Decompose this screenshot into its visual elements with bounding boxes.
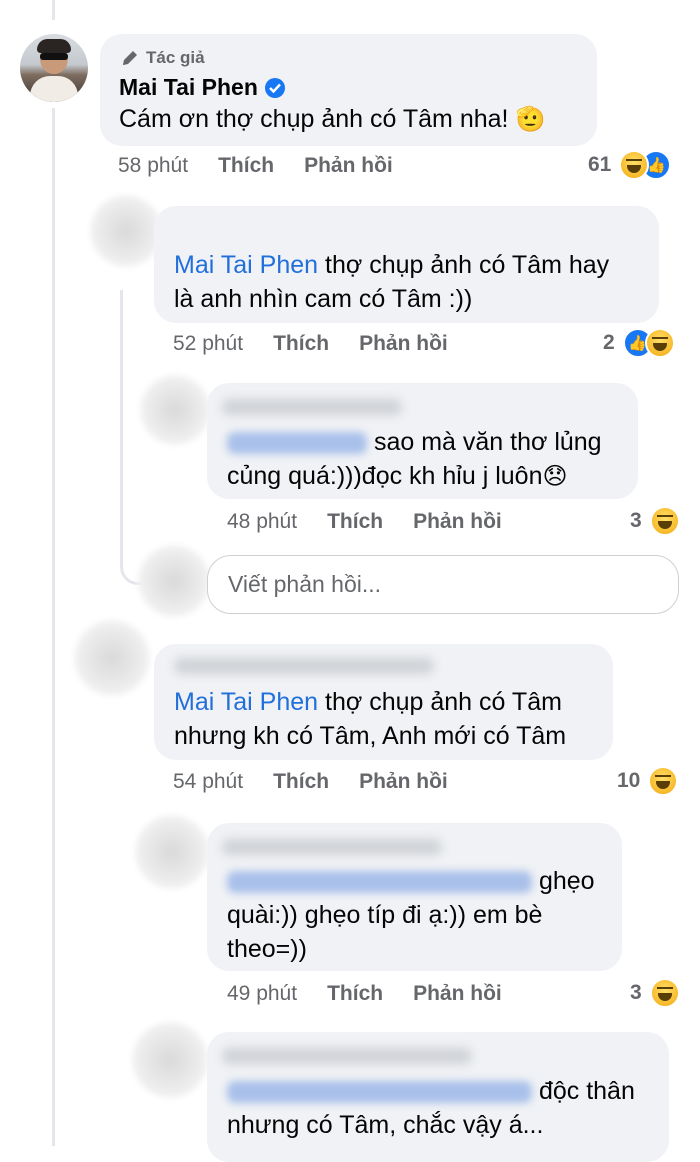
commenter-name-blurred — [174, 658, 434, 674]
blurred-mention — [227, 1081, 532, 1104]
commenter-name-blurred — [222, 1048, 472, 1064]
author-badge: Tác giả — [120, 48, 205, 68]
blurred-mention — [227, 432, 367, 455]
reply-button[interactable]: Phản hồi — [413, 510, 502, 533]
reaction-count: 2 — [603, 331, 615, 354]
reaction-summary[interactable]: 3 — [630, 978, 680, 1008]
thread-line — [52, 108, 55, 1146]
reaction-count: 61 — [588, 153, 612, 176]
commenter-avatar[interactable] — [74, 620, 150, 696]
commenter-avatar[interactable] — [90, 195, 162, 267]
reaction-summary[interactable]: 3 — [630, 506, 680, 536]
comment-time[interactable]: 49 phút — [227, 982, 297, 1005]
reply-input[interactable] — [208, 556, 678, 613]
haha-icon — [644, 328, 675, 358]
comment-text: ghẹo quài:)) ghẹo típ đi ạ:)) em bè theo… — [227, 867, 595, 963]
commenter-avatar[interactable] — [132, 1022, 208, 1098]
reply-button[interactable]: Phản hồi — [304, 154, 393, 177]
like-button[interactable]: Thích — [273, 770, 329, 793]
comment-bubble: độc thân nhưng có Tâm, chắc vậy á... — [207, 1032, 669, 1162]
reaction-summary[interactable]: 61 👍 — [588, 150, 672, 180]
mention-link[interactable]: Mai Tai Phen — [174, 251, 318, 279]
comment-bubble: ghẹo quài:)) ghẹo típ đi ạ:)) em bè theo… — [207, 823, 622, 971]
pencil-icon — [123, 51, 137, 65]
commenter-name[interactable]: Mai Tai Phen — [119, 74, 258, 101]
reply-button[interactable]: Phản hồi — [359, 332, 448, 355]
reply-button[interactable]: Phản hồi — [413, 982, 502, 1005]
like-button[interactable]: Thích — [327, 510, 383, 533]
haha-icon — [649, 506, 680, 536]
comment-meta: 54 phút Thích Phản hồi — [173, 770, 448, 794]
reaction-count: 10 — [617, 769, 641, 792]
verified-badge-icon — [264, 77, 285, 98]
thread-line — [52, 0, 55, 20]
like-button[interactable]: Thích — [327, 982, 383, 1005]
current-user-avatar — [138, 545, 210, 617]
reaction-count: 3 — [630, 981, 642, 1004]
reaction-count: 3 — [630, 509, 642, 532]
saluting-face-icon: 🫡 — [515, 106, 546, 133]
reaction-summary[interactable]: 2 👍 — [603, 328, 675, 358]
comment-text: sao mà văn thơ lủng củng quá:)))đọc kh h… — [227, 428, 602, 490]
commenter-avatar[interactable] — [135, 815, 209, 889]
like-button[interactable]: Thích — [273, 332, 329, 355]
commenter-avatar[interactable] — [140, 375, 210, 445]
comment-time[interactable]: 58 phút — [118, 154, 188, 177]
author-avatar[interactable] — [20, 34, 88, 102]
blurred-mention — [227, 871, 532, 894]
comment-time[interactable]: 54 phút — [173, 770, 243, 793]
reply-button[interactable]: Phản hồi — [359, 770, 448, 793]
thread-line — [120, 290, 123, 552]
mention-link[interactable]: Mai Tai Phen — [174, 688, 318, 716]
clipped-meta-row — [118, 0, 698, 4]
comment-bubble: sao mà văn thơ lủng củng quá:)))đọc kh h… — [207, 383, 638, 499]
haha-icon — [649, 978, 680, 1008]
author-role: Tác giả — [146, 48, 205, 67]
comment-text: độc thân nhưng có Tâm, chắc vậy á... — [227, 1077, 635, 1139]
comment-time[interactable]: 48 phút — [227, 510, 297, 533]
like-button[interactable]: Thích — [218, 154, 274, 177]
comment-meta: 58 phút Thích Phản hồi — [118, 154, 393, 178]
comment-bubble: Tác giả Mai Tai Phen Cám ơn thợ chụp ảnh… — [100, 34, 597, 146]
commenter-name-blurred — [222, 399, 402, 415]
comment-meta: 49 phút Thích Phản hồi — [227, 982, 502, 1006]
disappointed-face-icon: 😞 — [542, 463, 568, 490]
comment-bubble: Mai Tai Phen thợ chụp ảnh có Tâm nhưng k… — [154, 644, 613, 760]
comment-text: Mai Tai Phen thợ chụp ảnh có Tâm hay là … — [174, 251, 610, 313]
comment-time[interactable]: 52 phút — [173, 332, 243, 355]
comment-bubble: Mai Tai Phen thợ chụp ảnh có Tâm hay là … — [154, 206, 659, 323]
reaction-summary[interactable]: 10 — [617, 766, 679, 796]
comment-text: Mai Tai Phen thợ chụp ảnh có Tâm nhưng k… — [174, 688, 567, 750]
comment-meta: 52 phút Thích Phản hồi — [173, 332, 448, 356]
comment-text: Cám ơn thợ chụp ảnh có Tâm nha! 🫡 — [119, 105, 546, 133]
haha-icon — [648, 766, 679, 796]
comment-meta: 48 phút Thích Phản hồi — [227, 510, 502, 534]
commenter-name-blurred — [222, 839, 442, 855]
reply-input-box[interactable] — [207, 555, 679, 614]
